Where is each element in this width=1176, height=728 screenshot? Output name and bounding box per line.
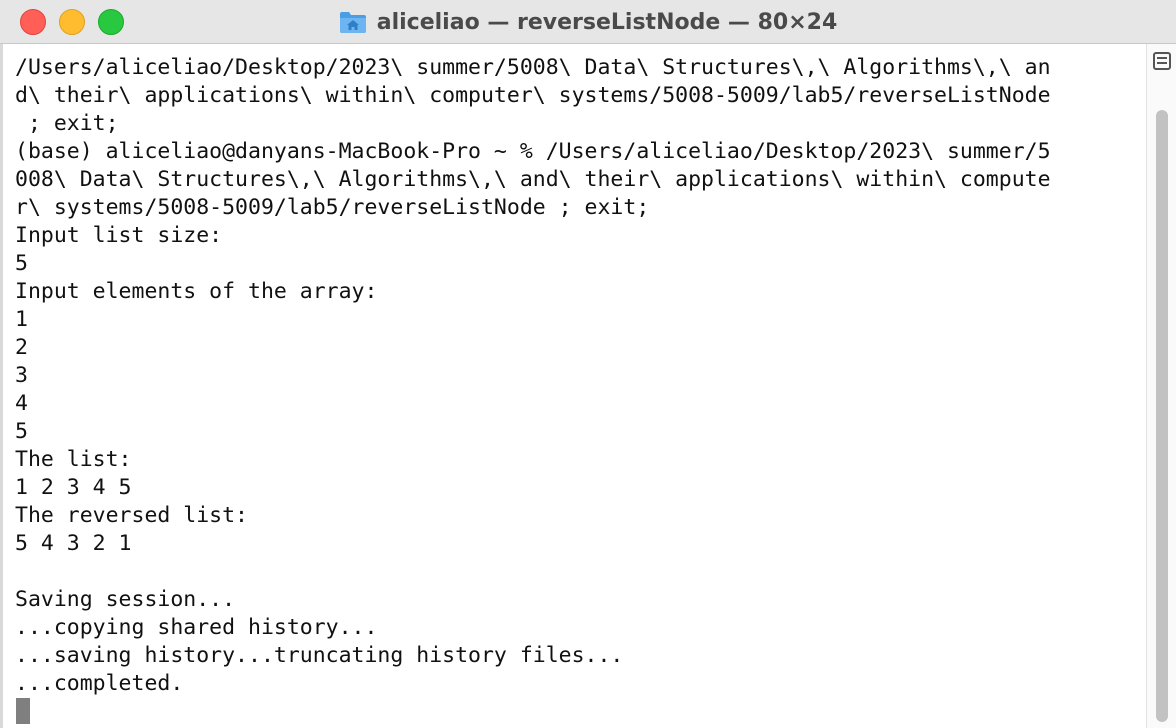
terminal-line: 3 [15, 363, 28, 388]
vertical-scrollbar[interactable] [1146, 44, 1176, 728]
terminal-line: r\ systems/5008-5009/lab5/reverseListNod… [15, 195, 650, 220]
terminal-line: 4 [15, 391, 28, 416]
window-title-group: aliceliao — reverseListNode — 80×24 [0, 0, 1176, 44]
terminal-text: /Users/aliceliao/Desktop/2023\ summer/50… [15, 54, 1051, 698]
home-folder-icon [339, 10, 367, 34]
terminal-output[interactable]: /Users/aliceliao/Desktop/2023\ summer/50… [0, 44, 1146, 728]
terminal-line: d\ their\ applications\ within\ computer… [15, 83, 1051, 108]
terminal-line: The reversed list: [15, 503, 248, 528]
terminal-line: Input list size: [15, 223, 223, 248]
terminal-line: The list: [15, 447, 132, 472]
terminal-line: 008\ Data\ Structures\,\ Algorithms\,\ a… [15, 167, 1051, 192]
split-pane-icon[interactable] [1153, 52, 1171, 70]
title-bar[interactable]: aliceliao — reverseListNode — 80×24 [0, 0, 1176, 44]
terminal-cursor [16, 698, 30, 724]
terminal-line: Saving session... [15, 587, 236, 612]
terminal-line: (base) aliceliao@danyans-MacBook-Pro ~ %… [15, 139, 1051, 164]
terminal-line: 5 4 3 2 1 [15, 531, 132, 556]
terminal-line: 2 [15, 335, 28, 360]
terminal-line: /Users/aliceliao/Desktop/2023\ summer/50… [15, 55, 1051, 80]
terminal-line: 1 [15, 307, 28, 332]
terminal-line: ...saving history...truncating history f… [15, 643, 624, 668]
terminal-line: 5 [15, 419, 28, 444]
scroll-thumb[interactable] [1156, 110, 1168, 722]
terminal-line: ...completed. [15, 671, 184, 696]
terminal-line: ...copying shared history... [15, 615, 378, 640]
window-title: aliceliao — reverseListNode — 80×24 [376, 9, 838, 35]
terminal-line: Input elements of the array: [15, 279, 378, 304]
terminal-line: 5 [15, 251, 28, 276]
terminal-line: ; exit; [15, 111, 119, 136]
terminal-line: 1 2 3 4 5 [15, 475, 132, 500]
terminal-window: aliceliao — reverseListNode — 80×24 /Use… [0, 0, 1176, 728]
